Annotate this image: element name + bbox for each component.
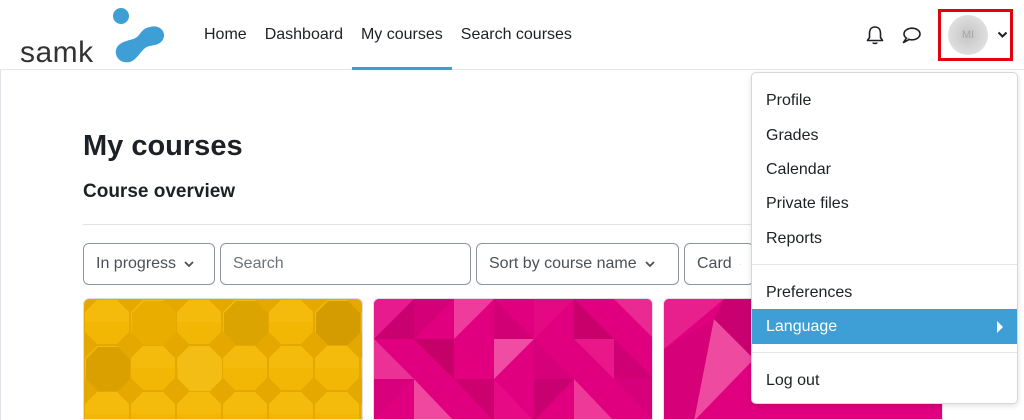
menu-item-profile[interactable]: Profile [752,83,1017,118]
primary-navigation: Home Dashboard My courses Search courses [195,0,581,70]
nav-home[interactable]: Home [195,0,256,70]
caret-right-icon [997,321,1003,333]
page-border [0,70,1,420]
course-search-input[interactable]: Search [220,243,471,285]
nav-my-courses[interactable]: My courses [351,0,452,70]
menu-divider [752,264,1017,265]
course-card[interactable] [373,298,653,420]
site-logo[interactable]: samk [18,4,168,69]
page-title: My courses [83,130,243,162]
course-image-octagon-pattern [84,299,362,419]
chevron-down-icon [644,260,655,267]
filter-label: In progress [96,255,177,272]
user-menu-dropdown: Profile Grades Calendar Private files Re… [751,72,1018,404]
bell-icon[interactable] [864,24,886,46]
menu-item-preferences[interactable]: Preferences [752,275,1017,310]
logo-mark-icon [113,8,165,63]
menu-item-private-files[interactable]: Private files [752,186,1017,221]
menu-item-calendar[interactable]: Calendar [752,152,1017,187]
section-title: Course overview [83,181,236,202]
divider [83,224,753,225]
sort-dropdown[interactable]: Sort by course name [476,243,679,285]
chevron-down-icon [739,263,741,265]
logo-text: samk [20,36,94,69]
user-menu-toggle[interactable]: MI [938,9,1013,61]
course-filter-dropdown[interactable]: In progress [83,243,215,285]
avatar: MI [948,15,988,55]
menu-item-language[interactable]: Language [752,309,1017,344]
top-navbar: samk Home Dashboard My courses Search co… [0,0,1024,70]
speech-bubble-icon[interactable] [900,24,922,46]
course-card[interactable] [83,298,363,420]
sort-label: Sort by course name [489,255,637,272]
chevron-down-icon [997,31,1008,38]
menu-item-language-label: Language [766,317,838,335]
menu-item-grades[interactable]: Grades [752,118,1017,153]
search-placeholder: Search [233,255,284,272]
course-image-triangle-pattern [374,299,652,419]
nav-dashboard[interactable]: Dashboard [256,0,352,70]
menu-item-reports[interactable]: Reports [752,221,1017,256]
menu-divider [752,352,1017,353]
menu-item-log-out[interactable]: Log out [752,363,1017,398]
nav-search-courses[interactable]: Search courses [452,0,581,70]
chevron-down-icon [184,260,194,267]
view-dropdown[interactable]: Card [684,243,754,285]
view-label: Card [697,255,732,272]
